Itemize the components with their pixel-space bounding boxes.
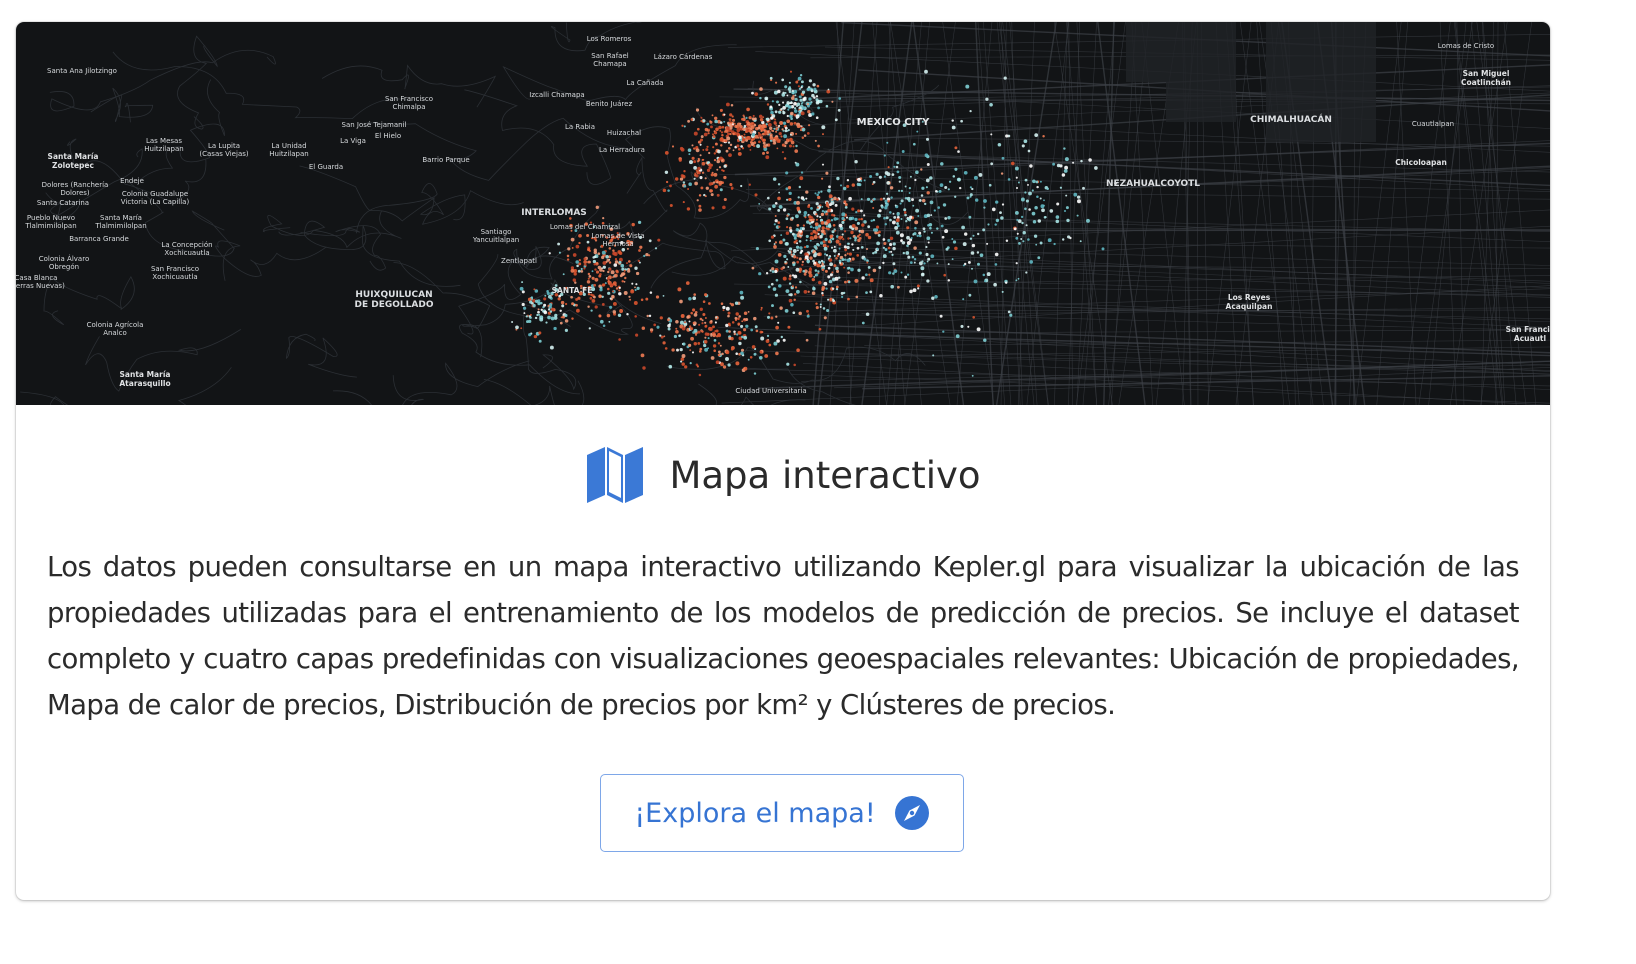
map-label-la-rabia: La Rabia [564, 123, 596, 131]
map-label-cu: Ciudad Universitaria [735, 387, 807, 395]
map-label-tlalmimilolpan: Santa María Tlalmimilolpan [95, 214, 147, 230]
map-label-el-hielo: El Hielo [374, 132, 402, 140]
map-preview: MEXICO CITY CHIMALHUACÁN NEZAHUALCOYOTL … [16, 22, 1550, 405]
map-label-xochicuautla: San Francisco Xochicuautla [150, 265, 200, 281]
map-label-agricola: Colonia Agrícola Analco [86, 321, 144, 337]
map-label-los-romeros: Los Romeros [586, 35, 632, 43]
map-label-las-mesas: Las Mesas Huitzilapan [144, 137, 184, 153]
map-label-tejamanil: San José Tejamanil [341, 121, 407, 129]
map-label-barranca: Barranca Grande [69, 235, 129, 243]
map-label-coatlinchan: San Miguel Coatlinchán [1461, 69, 1511, 87]
map-label-concepcion: La Concepción Xochicuautla [161, 241, 213, 257]
card-heading: Mapa interactivo [16, 442, 1550, 508]
map-label-vista-hermosa: Lomas de Vista Hermosa [591, 232, 645, 248]
map-label-huizachal: Huizachal [606, 129, 642, 137]
map-label-herradura: La Herradura [599, 146, 645, 154]
map-label-guadalupe: Colonia Guadalupe Victoria (La Capilla) [120, 190, 190, 206]
map-label-interlomas: INTERLOMAS [521, 208, 587, 218]
map-label-la-canada: La Cañada [626, 79, 664, 87]
map-label-endeje: Endeje [120, 177, 144, 185]
explore-map-button[interactable]: ¡Explora el mapa! [600, 774, 964, 852]
map-label-mexico-city: MEXICO CITY [856, 117, 930, 128]
map-label-chamizal: Lomas del Chamizal [549, 223, 621, 231]
map-label-la-unidad: La Unidad Huitzilapan [269, 142, 309, 158]
map-label-lomas-cristo: Lomas de Cristo [1437, 42, 1495, 50]
map-label-santa-fe: SANTA FE [551, 286, 593, 295]
map-label-alvaro: Colonia Álvaro Obregón [38, 255, 90, 271]
map-label-barrio-parque: Barrio Parque [422, 156, 470, 164]
card-description: Los datos pueden consultarse en un mapa … [47, 551, 1520, 721]
compass-icon [894, 796, 929, 830]
map-label-chicoloapan: Chicoloapan [1395, 158, 1447, 167]
map-label-zentlapatl: Zentlapatl [501, 257, 537, 265]
feature-card: MEXICO CITY CHIMALHUACÁN NEZAHUALCOYOTL … [16, 22, 1550, 900]
map-label-pueblo-nuevo: Pueblo Nuevo Tlalmimilolpan [25, 214, 77, 230]
map-icon [587, 447, 644, 503]
map-label-los-reyes: Los Reyes Acaquilpan [1225, 293, 1273, 311]
map-label-cuautlalpan: Cuautlalpan [1411, 120, 1455, 128]
map-label-chimalpa: San Francisco Chimalpa [384, 95, 434, 111]
map-label-san-rafael: San Rafael Chamapa [591, 52, 629, 68]
map-label-atarasquillo: Santa María Atarasquillo [119, 370, 171, 388]
map-canvas [20, 22, 1550, 405]
map-label-la-lupita: La Lupita (Casas Viejas) [199, 142, 249, 158]
map-label-huixquilucan: HUIXQUILUCAN DE DEGOLLADO [354, 290, 434, 310]
map-label-jilotzingo: Santa Ana Jilotzingo [47, 67, 117, 75]
map-label-chamapa: Izcalli Chamapa [529, 91, 585, 99]
map-label-benito: Benito Juárez [585, 100, 633, 108]
map-label-la-viga: La Viga [340, 137, 366, 145]
explore-map-button-label: ¡Explora el mapa! [634, 797, 876, 829]
map-label-dolores: Dolores (Ranchería Dolores) [41, 181, 109, 197]
map-label-zolotepec: Santa María Zolotepec [47, 152, 99, 170]
map-roads [20, 22, 1550, 405]
card-title: Mapa interactivo [669, 453, 981, 497]
map-label-santa-catarina: Santa Catarina [36, 199, 90, 207]
map-label-san-francisco: San Francis Acuautl [1505, 325, 1550, 343]
map-label-casa-blanca: Casa Blanca (Tierras Nuevas) [16, 274, 65, 290]
map-label-yancuitlalpan: Santiago Yancuitlalpan [472, 228, 520, 244]
map-label-chimalhuacan: CHIMALHUACÁN [1250, 115, 1332, 125]
map-label-el-guarda: El Guarda [308, 163, 344, 171]
map-label-nezahualcoyotl: NEZAHUALCOYOTL [1105, 179, 1201, 189]
map-label-lazaro: Lázaro Cárdenas [653, 53, 713, 61]
